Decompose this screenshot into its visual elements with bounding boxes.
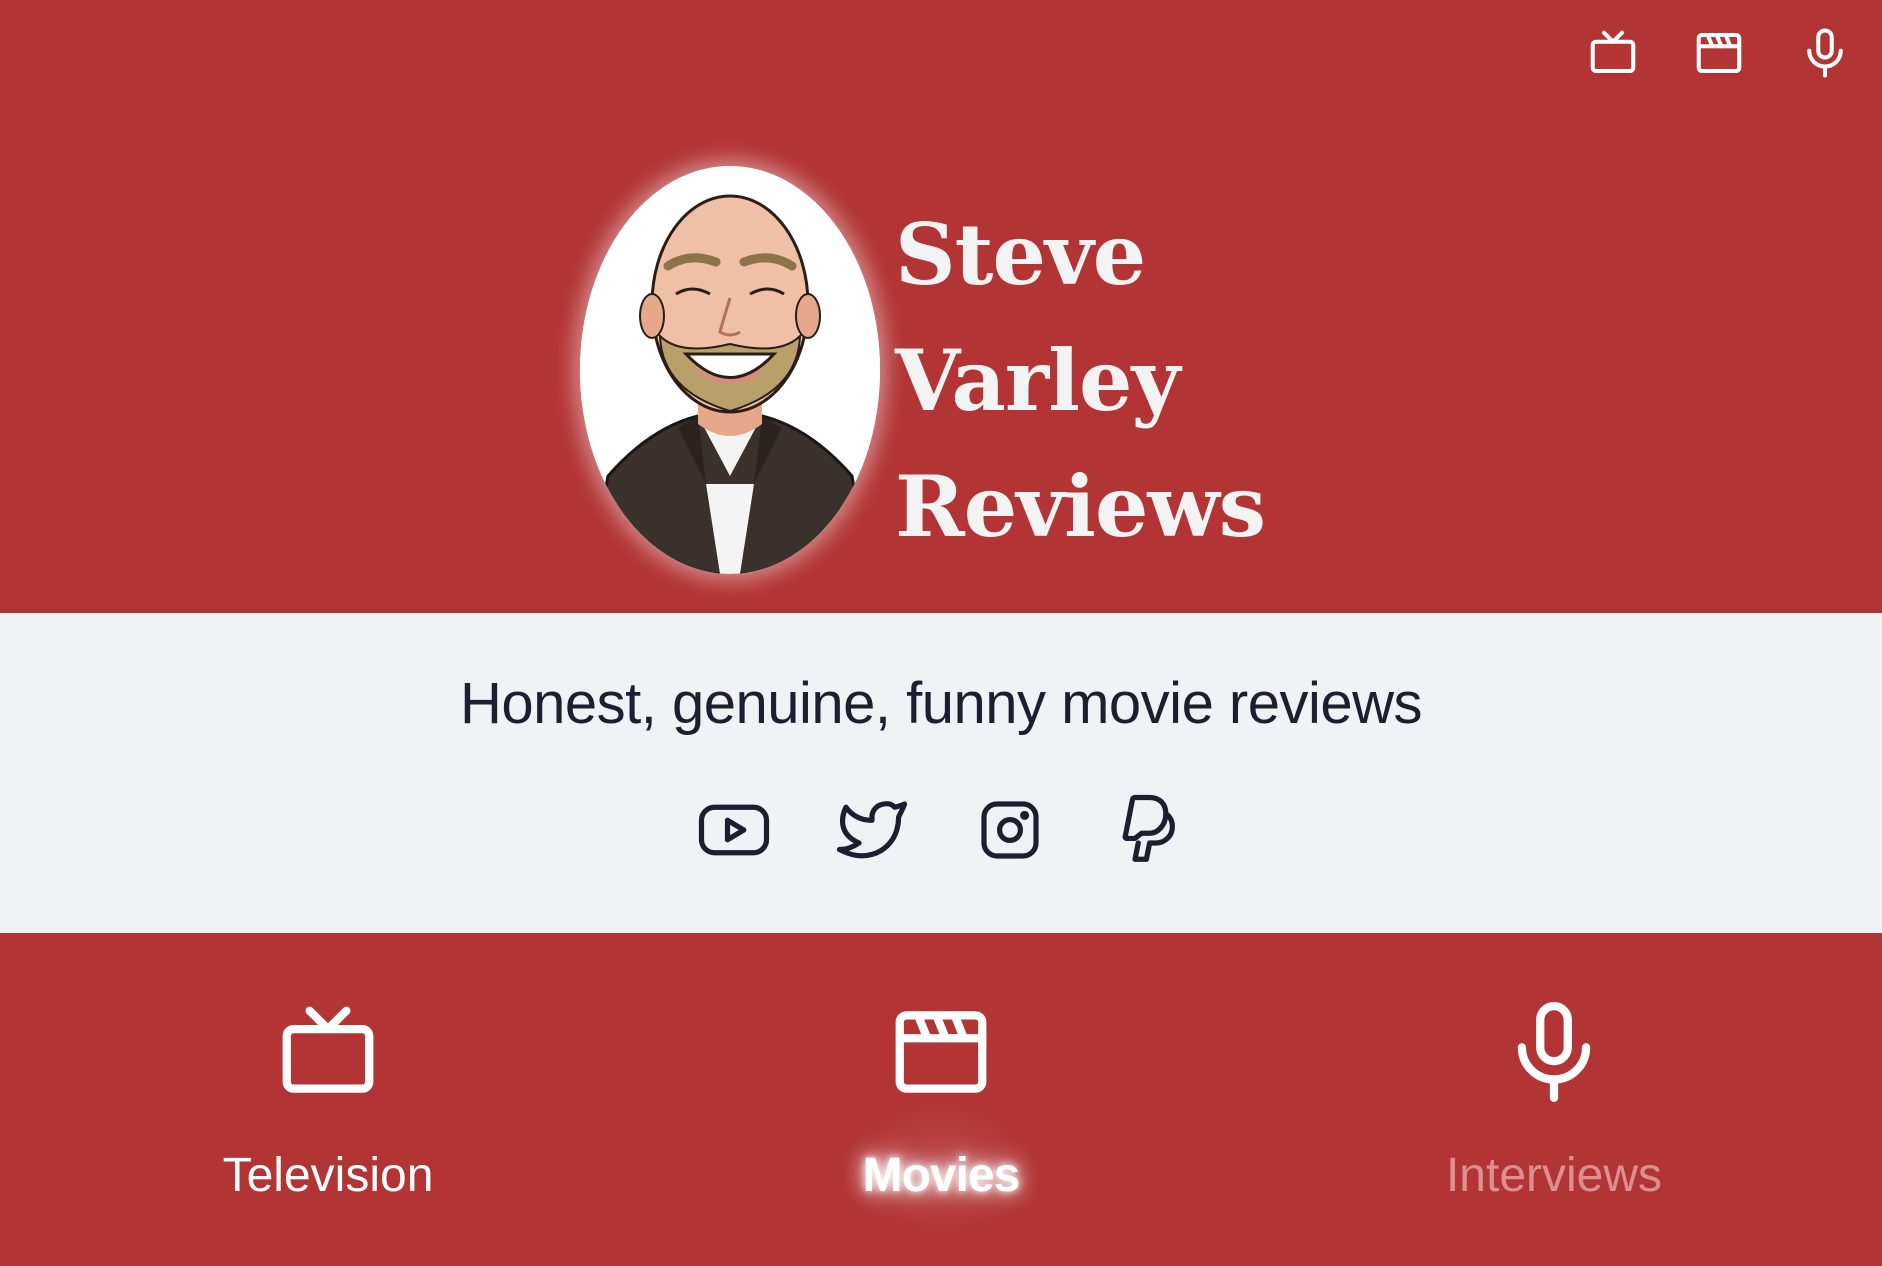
television-icon: [1590, 30, 1636, 74]
tab-icon: [1499, 997, 1609, 1107]
clapperboard-icon: [1696, 32, 1742, 74]
bottom-nav: Television Movies Interviews: [0, 933, 1882, 1266]
social-links: [0, 791, 1882, 869]
caricature-portrait: [580, 166, 880, 574]
microphone-icon: [1517, 1002, 1591, 1102]
tab-icon: [886, 997, 996, 1107]
youtube-icon: [698, 804, 770, 856]
paypal-icon: [1122, 794, 1175, 862]
instagram-icon: [981, 801, 1039, 859]
tab-label: Interviews: [1445, 1149, 1663, 1202]
tab-label: Movies: [862, 1149, 1021, 1202]
hero-header: Steve Varley Reviews: [0, 0, 1882, 613]
microphone-icon: [1807, 28, 1843, 78]
clapperboard-icon: [895, 1011, 987, 1093]
tagline: Honest, genuine, funny movie reviews: [459, 671, 1423, 736]
avatar: [580, 166, 880, 574]
top-nav-interviews[interactable]: [1796, 24, 1854, 82]
instagram-link[interactable]: [970, 791, 1050, 869]
tab-label: Television: [222, 1149, 434, 1202]
tab-icon: [273, 997, 383, 1107]
top-nav: [1584, 24, 1854, 82]
brand-title: Steve Varley Reviews: [895, 192, 1415, 570]
television-icon: [282, 1006, 374, 1093]
brand-line: Varley: [895, 331, 1180, 430]
twitter-icon: [836, 801, 908, 859]
paypal-link[interactable]: [1108, 791, 1188, 869]
brand-line: Reviews: [895, 457, 1266, 556]
tab-television[interactable]: Television: [118, 933, 538, 1266]
brand-line: Steve: [895, 205, 1146, 304]
twitter-link[interactable]: [832, 791, 912, 869]
tab-movies[interactable]: Movies: [731, 933, 1151, 1266]
intro-band: Honest, genuine, funny movie reviews: [0, 613, 1882, 933]
tab-interviews[interactable]: Interviews: [1344, 933, 1764, 1266]
youtube-link[interactable]: [694, 791, 774, 869]
top-nav-television[interactable]: [1584, 24, 1642, 82]
top-nav-movies[interactable]: [1690, 24, 1748, 82]
